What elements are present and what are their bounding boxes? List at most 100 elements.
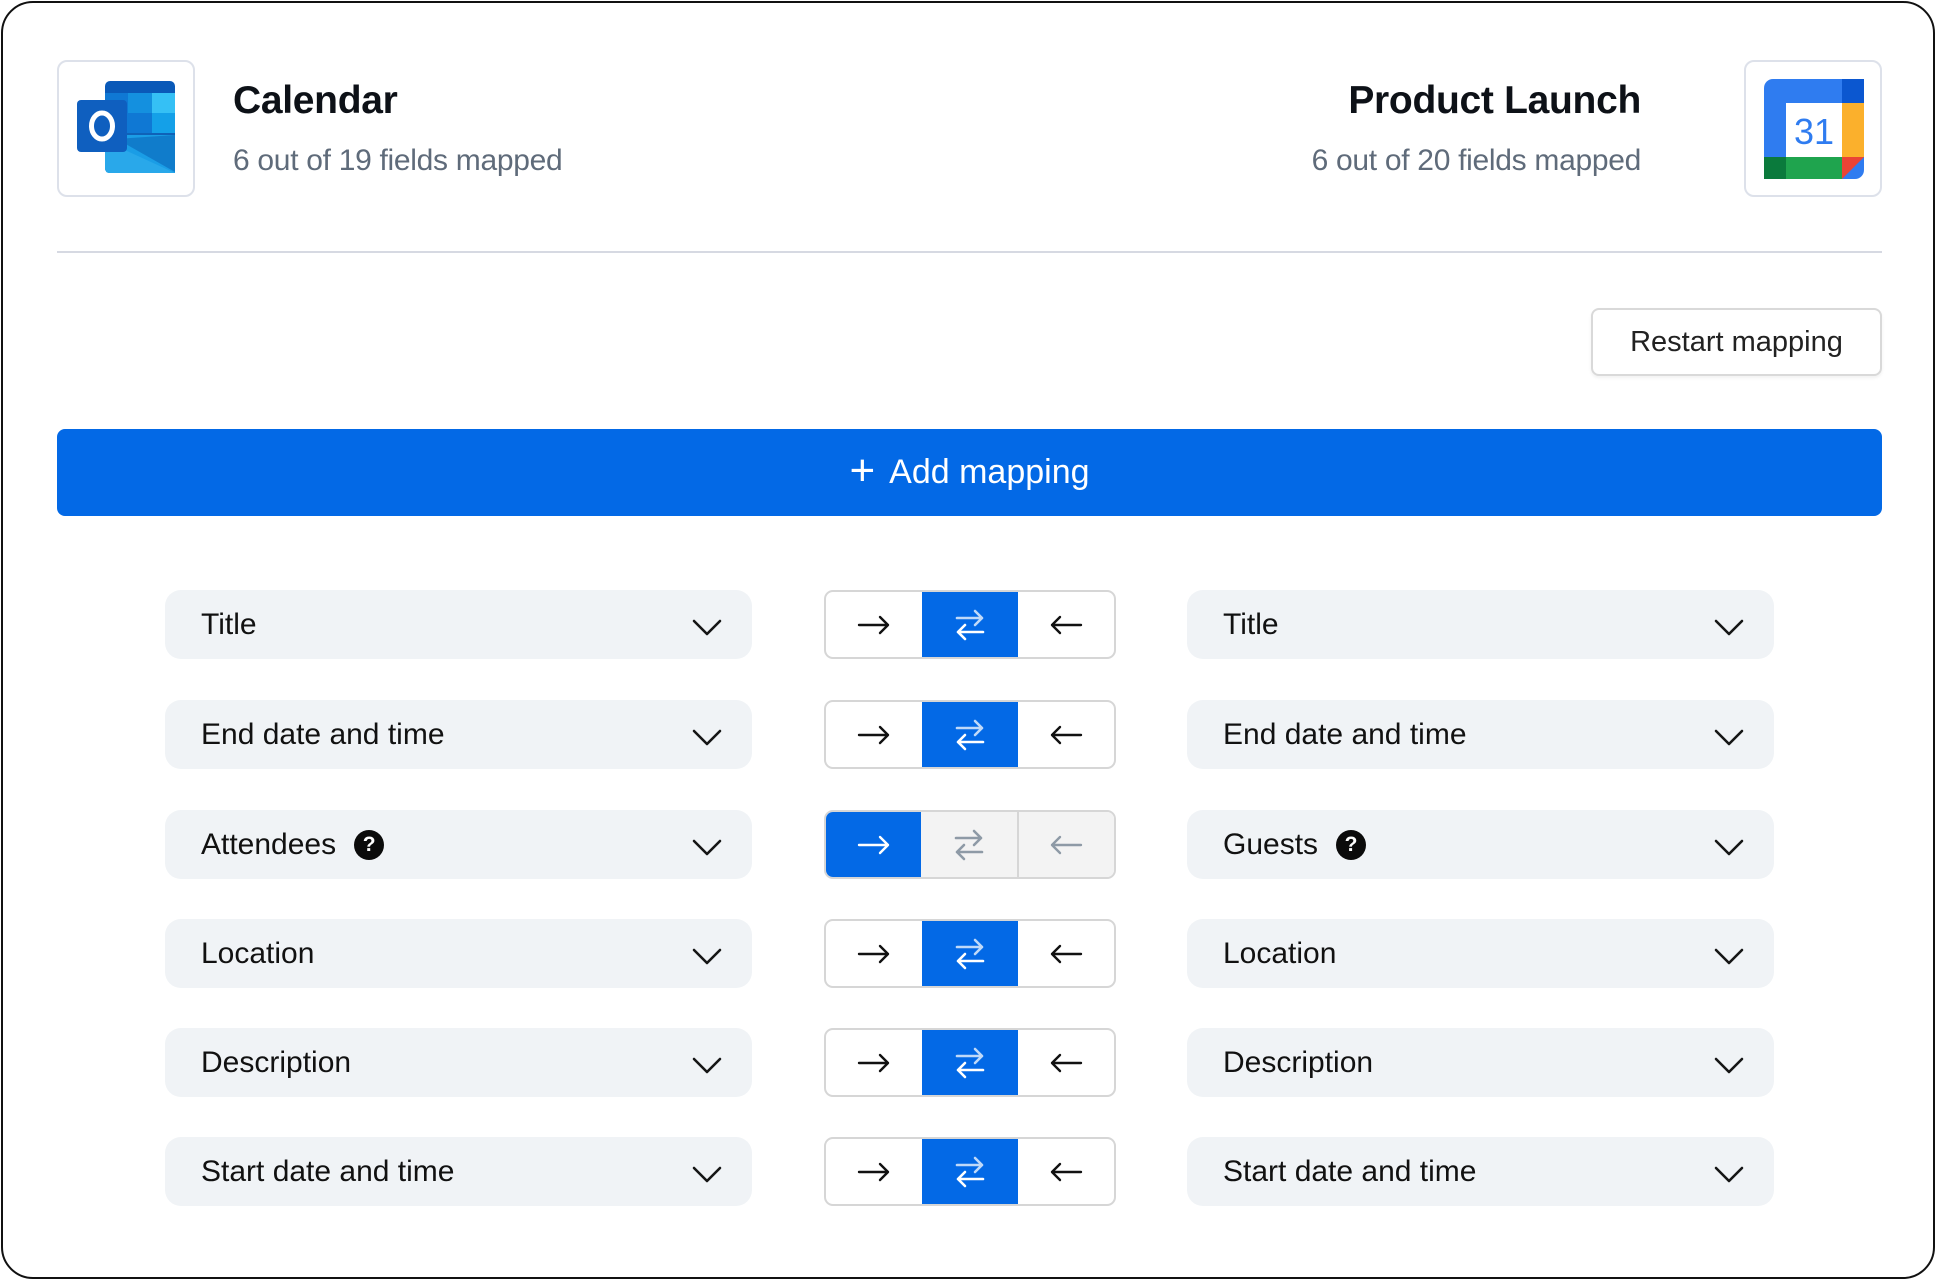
chevron-down-icon [692, 1050, 722, 1084]
mapping-row: Location Location [3, 919, 1936, 988]
sync-direction-toggle [824, 590, 1116, 659]
sync-direction-source-to-destination[interactable] [826, 1030, 922, 1095]
sync-direction-toggle [824, 700, 1116, 769]
sync-direction-two-way[interactable] [922, 1139, 1018, 1204]
destination-field-select[interactable]: Description [1187, 1028, 1774, 1097]
source-field-label: Description [201, 1045, 352, 1079]
sync-direction-destination-to-source[interactable] [1018, 592, 1114, 657]
calendar-day-number: 31 [1794, 111, 1834, 152]
arrow-left-icon [1049, 615, 1083, 635]
source-mapped-count: 6 out of 19 fields mapped [233, 144, 563, 177]
destination-field-select[interactable]: Location [1187, 919, 1774, 988]
sync-direction-two-way[interactable] [922, 921, 1018, 986]
source-field-select[interactable]: Start date and time [165, 1137, 752, 1206]
source-field-select[interactable]: Description [165, 1028, 752, 1097]
chevron-down-icon [1714, 722, 1744, 756]
sync-direction-destination-to-source[interactable] [1018, 702, 1114, 767]
help-icon[interactable]: ? [1336, 829, 1367, 860]
sync-direction-source-to-destination[interactable] [826, 702, 922, 767]
destination-field-label: Guests [1223, 827, 1319, 861]
sync-direction-toggle [824, 919, 1116, 988]
source-field-label: Start date and time [201, 1154, 455, 1188]
source-field-select[interactable]: End date and time [165, 700, 752, 769]
source-field-select[interactable]: Location [165, 919, 752, 988]
arrow-right-icon [857, 835, 891, 855]
source-field-select[interactable]: Attendees? [165, 810, 752, 879]
chevron-down-icon [692, 1159, 722, 1193]
sync-direction-destination-to-source[interactable] [1018, 1139, 1114, 1204]
chevron-down-icon [692, 612, 722, 646]
chevron-down-icon [692, 941, 722, 975]
add-mapping-button[interactable]: + Add mapping [57, 429, 1882, 516]
add-mapping-label: Add mapping [889, 453, 1090, 491]
mapping-row: End date and time End date and time [3, 700, 1936, 769]
chevron-down-icon [1714, 1050, 1744, 1084]
arrow-left-icon [1049, 944, 1083, 964]
arrows-bidirectional-icon [955, 718, 985, 752]
mapping-row: Description Description [3, 1028, 1936, 1097]
sync-direction-source-to-destination[interactable] [826, 921, 922, 986]
restart-mapping-button[interactable]: Restart mapping [1591, 308, 1882, 376]
help-icon[interactable]: ? [354, 829, 385, 860]
sync-direction-two-way[interactable] [922, 1030, 1018, 1095]
arrows-bidirectional-icon [955, 608, 985, 642]
source-app-title: Calendar [233, 79, 398, 122]
destination-field-label: Start date and time [1223, 1154, 1477, 1188]
header-divider [57, 251, 1882, 253]
arrow-right-icon [857, 944, 891, 964]
arrow-left-icon [1049, 835, 1083, 855]
destination-field-select[interactable]: Guests? [1187, 810, 1774, 879]
mapping-row: Start date and time Start date and time [3, 1137, 1936, 1206]
sync-direction-source-to-destination[interactable] [826, 592, 922, 657]
destination-app-title: Product Launch [1348, 79, 1641, 122]
sync-direction-source-to-destination[interactable] [826, 1139, 922, 1204]
chevron-down-icon [692, 832, 722, 866]
source-field-label: Location [201, 936, 315, 970]
outlook-icon [77, 81, 175, 173]
destination-field-label: End date and time [1223, 717, 1467, 751]
arrows-bidirectional-icon [955, 1046, 985, 1080]
chevron-down-icon [1714, 941, 1744, 975]
plus-icon: + [849, 445, 876, 495]
arrows-bidirectional-icon [955, 937, 985, 971]
sync-direction-destination-to-source[interactable] [1016, 812, 1114, 877]
destination-field-label: Title [1223, 607, 1279, 641]
arrow-right-icon [857, 1162, 891, 1182]
destination-field-label: Location [1223, 936, 1337, 970]
source-field-label: Attendees [201, 827, 337, 861]
arrows-bidirectional-icon [954, 828, 984, 862]
sync-direction-two-way[interactable] [921, 812, 1017, 877]
destination-app-logo: 31 [1744, 60, 1882, 197]
arrow-right-icon [857, 1053, 891, 1073]
chevron-down-icon [1714, 832, 1744, 866]
source-app-logo [57, 60, 195, 197]
chevron-down-icon [1714, 1159, 1744, 1193]
sync-direction-two-way[interactable] [922, 702, 1018, 767]
sync-direction-destination-to-source[interactable] [1018, 1030, 1114, 1095]
sync-direction-two-way[interactable] [922, 592, 1018, 657]
arrows-bidirectional-icon [955, 1155, 985, 1189]
field-mapping-card: Calendar 6 out of 19 fields mapped Produ… [1, 1, 1935, 1279]
sync-direction-toggle [824, 1137, 1116, 1206]
destination-field-select[interactable]: Title [1187, 590, 1774, 659]
sync-direction-source-to-destination[interactable] [826, 812, 922, 877]
mapping-row: Title Title [3, 590, 1936, 659]
arrow-right-icon [857, 615, 891, 635]
sync-direction-toggle [824, 1028, 1116, 1097]
source-field-label: Title [201, 607, 257, 641]
google-calendar-icon: 31 [1764, 79, 1864, 179]
destination-field-label: Description [1223, 1045, 1374, 1079]
chevron-down-icon [692, 722, 722, 756]
arrow-left-icon [1049, 1162, 1083, 1182]
destination-field-select[interactable]: End date and time [1187, 700, 1774, 769]
destination-mapped-count: 6 out of 20 fields mapped [1311, 144, 1642, 177]
chevron-down-icon [1714, 612, 1744, 646]
mapping-row: Attendees? Guests? [3, 810, 1936, 879]
source-field-select[interactable]: Title [165, 590, 752, 659]
arrow-left-icon [1049, 725, 1083, 745]
arrow-left-icon [1049, 1053, 1083, 1073]
sync-direction-toggle [824, 810, 1116, 879]
arrow-right-icon [857, 725, 891, 745]
sync-direction-destination-to-source[interactable] [1018, 921, 1114, 986]
destination-field-select[interactable]: Start date and time [1187, 1137, 1774, 1206]
